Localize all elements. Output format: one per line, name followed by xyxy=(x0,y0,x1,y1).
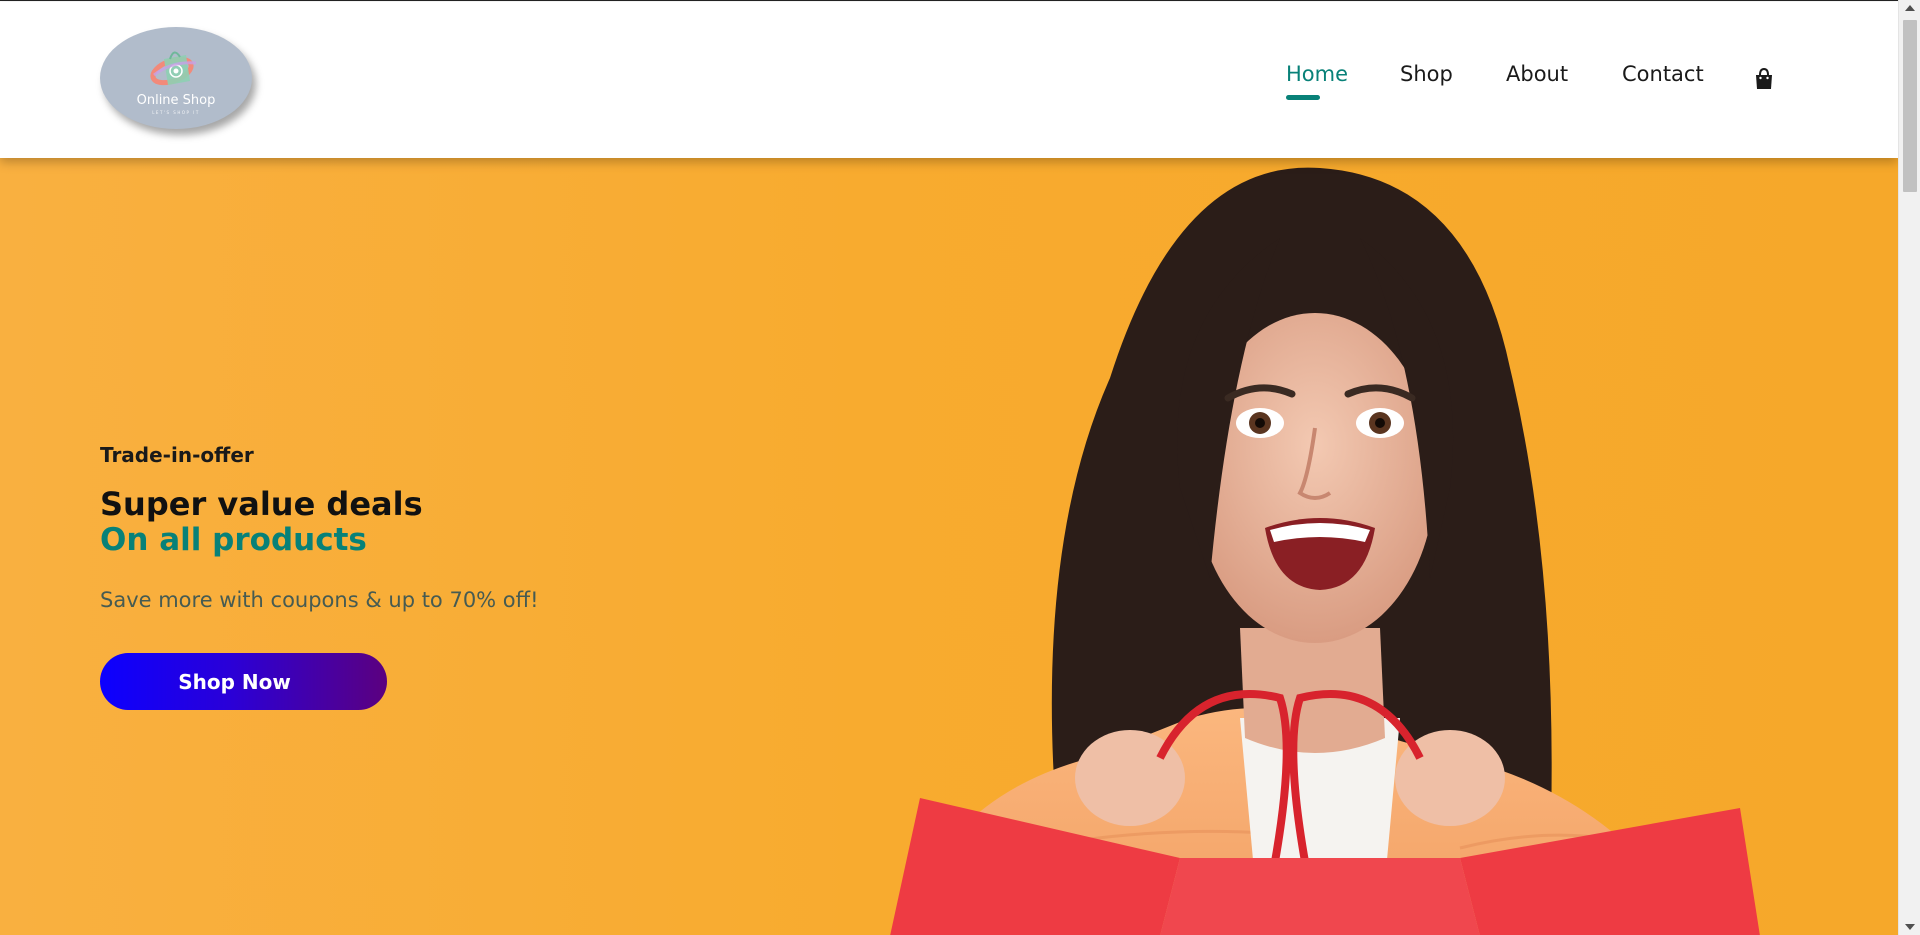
page-scrollbar[interactable] xyxy=(1898,0,1920,935)
nav-link-about[interactable]: About xyxy=(1506,62,1568,86)
main-navigation: Home Shop About Contact xyxy=(0,62,1898,102)
page-viewport: Online Shop LET'S SHOP IT Home Shop Abou… xyxy=(0,0,1898,935)
nav-link-label: About xyxy=(1506,62,1569,86)
smiling-woman-with-shopping-bag-photo xyxy=(890,167,1760,935)
nav-link-contact[interactable]: Contact xyxy=(1622,62,1704,86)
shopping-bag-icon[interactable] xyxy=(1754,68,1774,90)
hero-eyebrow: Trade-in-offer xyxy=(100,443,254,467)
nav-link-label: Home xyxy=(1286,62,1349,86)
hero-subtext: Save more with coupons & up to 70% off! xyxy=(100,588,539,612)
scrollbar-thumb[interactable] xyxy=(1903,20,1917,192)
hero-section: Trade-in-offer Super value deals On all … xyxy=(0,158,1898,935)
logo-tagline: LET'S SHOP IT xyxy=(152,110,200,115)
site-header: Online Shop LET'S SHOP IT Home Shop Abou… xyxy=(0,2,1898,158)
active-nav-indicator xyxy=(1286,95,1320,100)
scroll-down-arrow-icon[interactable] xyxy=(1905,924,1915,930)
scroll-up-arrow-icon[interactable] xyxy=(1905,5,1915,11)
nav-link-shop[interactable]: Shop xyxy=(1400,62,1453,86)
nav-link-label: Contact xyxy=(1622,62,1704,86)
nav-link-label: Shop xyxy=(1400,62,1453,86)
hero-headline: Super value deals xyxy=(100,485,423,523)
shop-now-button[interactable]: Shop Now xyxy=(100,653,387,710)
nav-link-home[interactable]: Home xyxy=(1286,62,1349,100)
hero-headline-accent: On all products xyxy=(100,522,367,558)
